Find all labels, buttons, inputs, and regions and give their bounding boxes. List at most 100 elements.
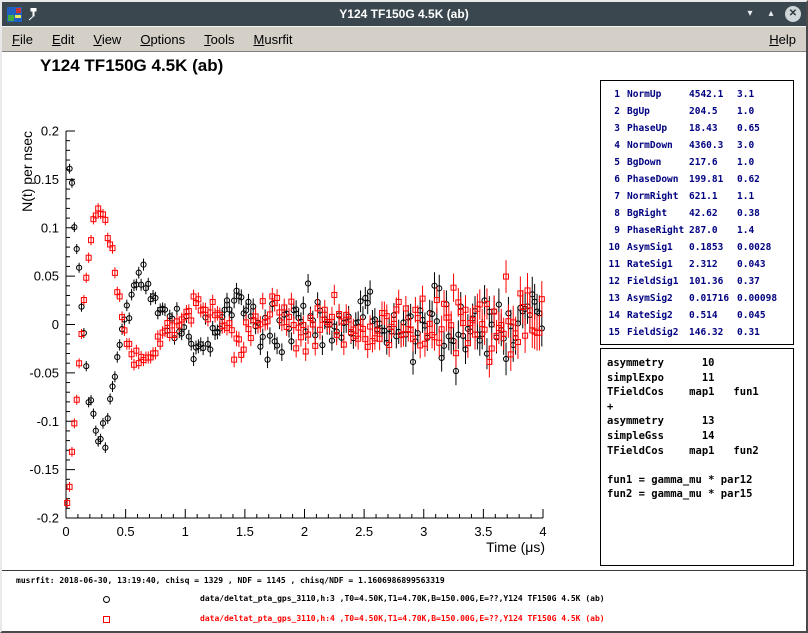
param-number: 4 — [605, 137, 620, 154]
maximize-button[interactable]: ▴ — [764, 6, 778, 22]
legend: data/deltat_pta_gps_3110,h:3 ,T0=4.50K,T… — [2, 590, 806, 630]
param-error: 1.0 — [737, 154, 754, 171]
parameter-row: 11 RateSig1 2.312 0.043 — [605, 256, 793, 273]
svg-text:-0.2: -0.2 — [37, 511, 59, 526]
parameter-row: 5 BgDown 217.6 1.0 — [605, 154, 793, 171]
app-icon[interactable] — [7, 7, 22, 22]
param-number: 14 — [605, 307, 620, 324]
param-value: 0.1853 — [689, 239, 737, 256]
param-name: BgRight — [627, 205, 689, 222]
param-error: 3.1 — [737, 86, 754, 103]
svg-text:-0.1: -0.1 — [37, 414, 59, 429]
param-value: 4542.1 — [689, 86, 737, 103]
parameter-row: 3 PhaseUp 18.43 0.65 — [605, 120, 793, 137]
param-error: 0.00098 — [737, 290, 777, 307]
parameter-row: 2 BgUp 204.5 1.0 — [605, 103, 793, 120]
theory-line — [607, 458, 793, 473]
param-error: 0.0028 — [737, 239, 771, 256]
param-name: NormUp — [627, 86, 689, 103]
param-value: 101.36 — [689, 273, 737, 290]
menu-item[interactable]: File — [12, 32, 33, 47]
param-name: PhaseRight — [627, 222, 689, 239]
svg-text:0.1: 0.1 — [41, 220, 59, 235]
svg-text:2: 2 — [301, 524, 308, 539]
theory-line: fun1 = gamma_mu * par12 — [607, 473, 793, 488]
close-button[interactable]: ✕ — [785, 6, 801, 22]
menu-item[interactable]: Options — [140, 32, 185, 47]
param-error: 1.1 — [737, 188, 754, 205]
menu-item[interactable]: View — [93, 32, 121, 47]
param-value: 4360.3 — [689, 137, 737, 154]
parameter-row: 8 BgRight 42.62 0.38 — [605, 205, 793, 222]
parameter-row: 1 NormUp 4542.1 3.1 — [605, 86, 793, 103]
svg-text:1: 1 — [182, 524, 189, 539]
theory-line: asymmetry 13 — [607, 414, 793, 429]
svg-text:0: 0 — [52, 317, 59, 332]
param-number: 9 — [605, 222, 620, 239]
menu-item[interactable]: Musrfit — [254, 32, 293, 47]
legend-marker — [103, 596, 110, 603]
minimize-button[interactable]: ▾ — [743, 6, 757, 22]
svg-text:0.5: 0.5 — [117, 524, 135, 539]
param-name: NormDown — [627, 137, 689, 154]
param-value: 2.312 — [689, 256, 737, 273]
parameter-row: 13 AsymSig2 0.01716 0.00098 — [605, 290, 793, 307]
svg-text:3.5: 3.5 — [474, 524, 492, 539]
parameter-row: 10 AsymSig1 0.1853 0.0028 — [605, 239, 793, 256]
svg-text:3: 3 — [420, 524, 427, 539]
fit-parameters-box[interactable]: 1 NormUp 4542.1 3.1 2 BgUp 204.5 1.0 3 P… — [600, 80, 794, 345]
status-separator — [2, 570, 806, 571]
param-number: 13 — [605, 290, 620, 307]
axes — [66, 131, 543, 518]
param-error: 0.31 — [737, 324, 760, 341]
param-name: RateSig1 — [627, 256, 689, 273]
menubar: File Edit View Options Tools Musrfit Hel… — [2, 26, 806, 52]
param-name: BgUp — [627, 103, 689, 120]
param-value: 204.5 — [689, 103, 737, 120]
theory-box[interactable]: asymmetry 10 simplExpo 11 TFieldCos map1… — [600, 348, 794, 566]
param-value: 199.81 — [689, 171, 737, 188]
menu-item[interactable]: Edit — [52, 32, 74, 47]
param-number: 5 — [605, 154, 620, 171]
svg-text:4: 4 — [539, 524, 546, 539]
menu-item[interactable]: Tools — [204, 32, 234, 47]
svg-text:-0.05: -0.05 — [29, 365, 59, 380]
param-error: 1.4 — [737, 222, 754, 239]
window-buttons: ▾ ▴ ✕ — [743, 6, 801, 22]
window-title: Y124 TF150G 4.5K (ab) — [2, 7, 806, 21]
param-name: PhaseDown — [627, 171, 689, 188]
root-canvas[interactable]: Y124 TF150G 4.5K (ab) -0.2-0.15-0.1-0.05… — [2, 52, 806, 631]
svg-text:-0.15: -0.15 — [29, 462, 59, 477]
theory-line: TFieldCos map1 fun1 — [607, 385, 793, 400]
menu-item-help[interactable]: Help — [769, 32, 796, 47]
pin-icon[interactable] — [27, 7, 39, 21]
series-hist4 — [65, 203, 545, 508]
param-name: FieldSig1 — [627, 273, 689, 290]
legend-label: data/deltat_pta_gps_3110,h:3 ,T0=4.50K,T… — [200, 594, 605, 603]
param-number: 10 — [605, 239, 620, 256]
svg-text:0.15: 0.15 — [34, 172, 59, 187]
param-error: 0.045 — [737, 307, 766, 324]
param-number: 1 — [605, 86, 620, 103]
legend-marker — [103, 616, 110, 623]
svg-text:2.5: 2.5 — [355, 524, 373, 539]
parameter-row: 12 FieldSig1 101.36 0.37 — [605, 273, 793, 290]
param-value: 287.0 — [689, 222, 737, 239]
svg-text:Time (μs): Time (μs) — [486, 539, 545, 555]
param-name: BgDown — [627, 154, 689, 171]
theory-line: simplExpo 11 — [607, 371, 793, 386]
menu-items: File Edit View Options Tools Musrfit — [12, 32, 293, 47]
param-number: 8 — [605, 205, 620, 222]
app-window: Y124 TF150G 4.5K (ab) ▾ ▴ ✕ File Edit Vi… — [0, 0, 808, 633]
svg-text:N(t) per nsec: N(t) per nsec — [19, 131, 35, 212]
theory-line: TFieldCos map1 fun2 — [607, 444, 793, 459]
titlebar: Y124 TF150G 4.5K (ab) ▾ ▴ ✕ — [2, 2, 806, 26]
legend-row: data/deltat_pta_gps_3110,h:3 ,T0=4.50K,T… — [2, 590, 806, 610]
param-number: 2 — [605, 103, 620, 120]
param-error: 1.0 — [737, 103, 754, 120]
param-error: 0.38 — [737, 205, 760, 222]
parameter-row: 6 PhaseDown 199.81 0.62 — [605, 171, 793, 188]
parameter-row: 7 NormRight 621.1 1.1 — [605, 188, 793, 205]
param-value: 621.1 — [689, 188, 737, 205]
theory-line: asymmetry 10 — [607, 356, 793, 371]
